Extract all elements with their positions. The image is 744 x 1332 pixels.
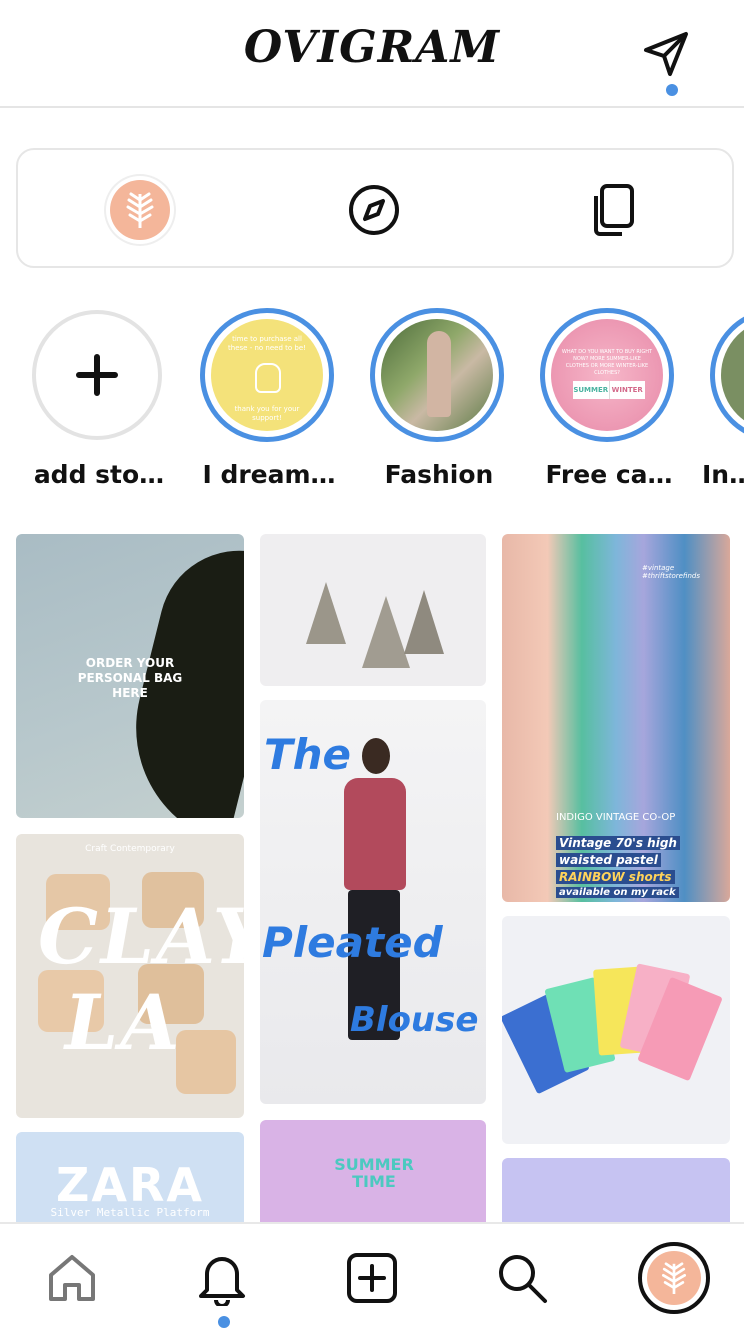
app-logo[interactable]: OVIGRAM	[0, 22, 744, 73]
post-hashtags: #vintage #thriftstorefinds	[642, 564, 700, 580]
post-lavender[interactable]	[502, 1158, 730, 1232]
plus-square-icon	[347, 1253, 397, 1303]
home-icon	[49, 1255, 95, 1301]
post-overlay-text: waisted pastel	[556, 853, 661, 867]
profile-switch-button[interactable]	[110, 180, 170, 240]
home-button[interactable]	[42, 1248, 102, 1308]
post-title: CLAY LA	[29, 892, 244, 1067]
search-button[interactable]	[492, 1248, 552, 1308]
post-clay[interactable]: Craft Contemporary CLAY LA	[16, 834, 244, 1118]
post-overlay-text: Vintage 70's high	[556, 836, 680, 850]
send-icon	[644, 32, 688, 76]
story-ring	[370, 308, 504, 442]
compass-icon	[349, 185, 399, 235]
create-button[interactable]	[342, 1248, 402, 1308]
post-title: ZARA	[56, 1158, 204, 1212]
story-ring: time to purchase all these - no need to …	[200, 308, 334, 442]
post-bag[interactable]: ORDER YOUR PERSONAL BAG HERE	[16, 534, 244, 818]
post-rings[interactable]	[260, 534, 486, 686]
post-title: The	[264, 730, 352, 779]
leaf-avatar-icon	[647, 1251, 701, 1305]
leaf-avatar-icon	[110, 180, 170, 240]
view-switcher	[16, 148, 734, 268]
bell-icon	[199, 1257, 245, 1306]
finger-heart-graphic	[255, 363, 281, 393]
cone-graphic	[362, 596, 410, 668]
notifications-button[interactable]	[192, 1248, 252, 1308]
post-caption: Craft Contemporary	[85, 844, 175, 854]
search-icon	[499, 1255, 547, 1303]
blouse-graphic	[344, 778, 406, 890]
plus-icon	[76, 354, 118, 396]
story-thumb-text: WHAT DO YOU WANT TO BUY RIGHT NOW? MORE …	[561, 349, 653, 376]
collections-button[interactable]	[583, 180, 643, 240]
post-location: INDIGO VINTAGE CO-OP	[556, 812, 676, 823]
post-vintage[interactable]: #vintage #thriftstorefinds INDIGO VINTAG…	[502, 534, 730, 902]
story-thumb-text: thank you for your support!	[234, 405, 300, 422]
poll-box: SUMMER WINTER	[573, 381, 645, 399]
story-label: In…	[702, 460, 744, 489]
post-title: Pleated	[262, 918, 443, 967]
explore-button[interactable]	[344, 180, 404, 240]
post-blouse[interactable]: The Pleated Blouse	[260, 700, 486, 1104]
story-person-graphic	[427, 331, 451, 417]
post-title: SUMMER TIME	[334, 1155, 414, 1191]
send-notification-dot	[666, 84, 678, 96]
cone-graphic	[404, 590, 444, 654]
notifications-dot	[218, 1316, 230, 1328]
post-overlay-text: ORDER YOUR PERSONAL BAG HERE	[77, 656, 183, 700]
story-label: I dream…	[202, 460, 336, 489]
cone-graphic	[306, 582, 346, 644]
post-zara[interactable]: ZARA Silver Metallic Platform	[16, 1132, 244, 1232]
bottom-nav	[0, 1222, 744, 1332]
story-label: add sto…	[33, 460, 165, 489]
post-overlay-text: RAINBOW shorts	[556, 870, 675, 884]
post-subtitle: Silver Metallic Platform	[50, 1206, 210, 1219]
top-bar: OVIGRAM	[0, 0, 744, 108]
add-story-ring	[32, 310, 162, 440]
story-thumb-text: time to purchase all these - no need to …	[228, 335, 306, 352]
person-head-graphic	[362, 738, 390, 774]
post-summer-time[interactable]: SUMMER TIME	[260, 1120, 486, 1232]
post-overlay-text: available on my rack	[556, 887, 679, 898]
poll-option: SUMMER	[573, 381, 610, 399]
story-label: Free ca…	[545, 460, 673, 489]
post-notebooks[interactable]	[502, 916, 730, 1144]
story-ring: WHAT DO YOU WANT TO BUY RIGHT NOW? MORE …	[540, 308, 674, 442]
post-title: Blouse	[350, 1000, 479, 1040]
story-ring	[710, 308, 744, 442]
send-button[interactable]	[640, 28, 692, 80]
copy-icon	[594, 184, 634, 236]
poll-option: WINTER	[611, 386, 643, 394]
profile-button[interactable]	[638, 1242, 710, 1314]
stories-row: add sto… time to purchase all these - no…	[0, 308, 744, 498]
story-label: Fashion	[384, 460, 494, 489]
